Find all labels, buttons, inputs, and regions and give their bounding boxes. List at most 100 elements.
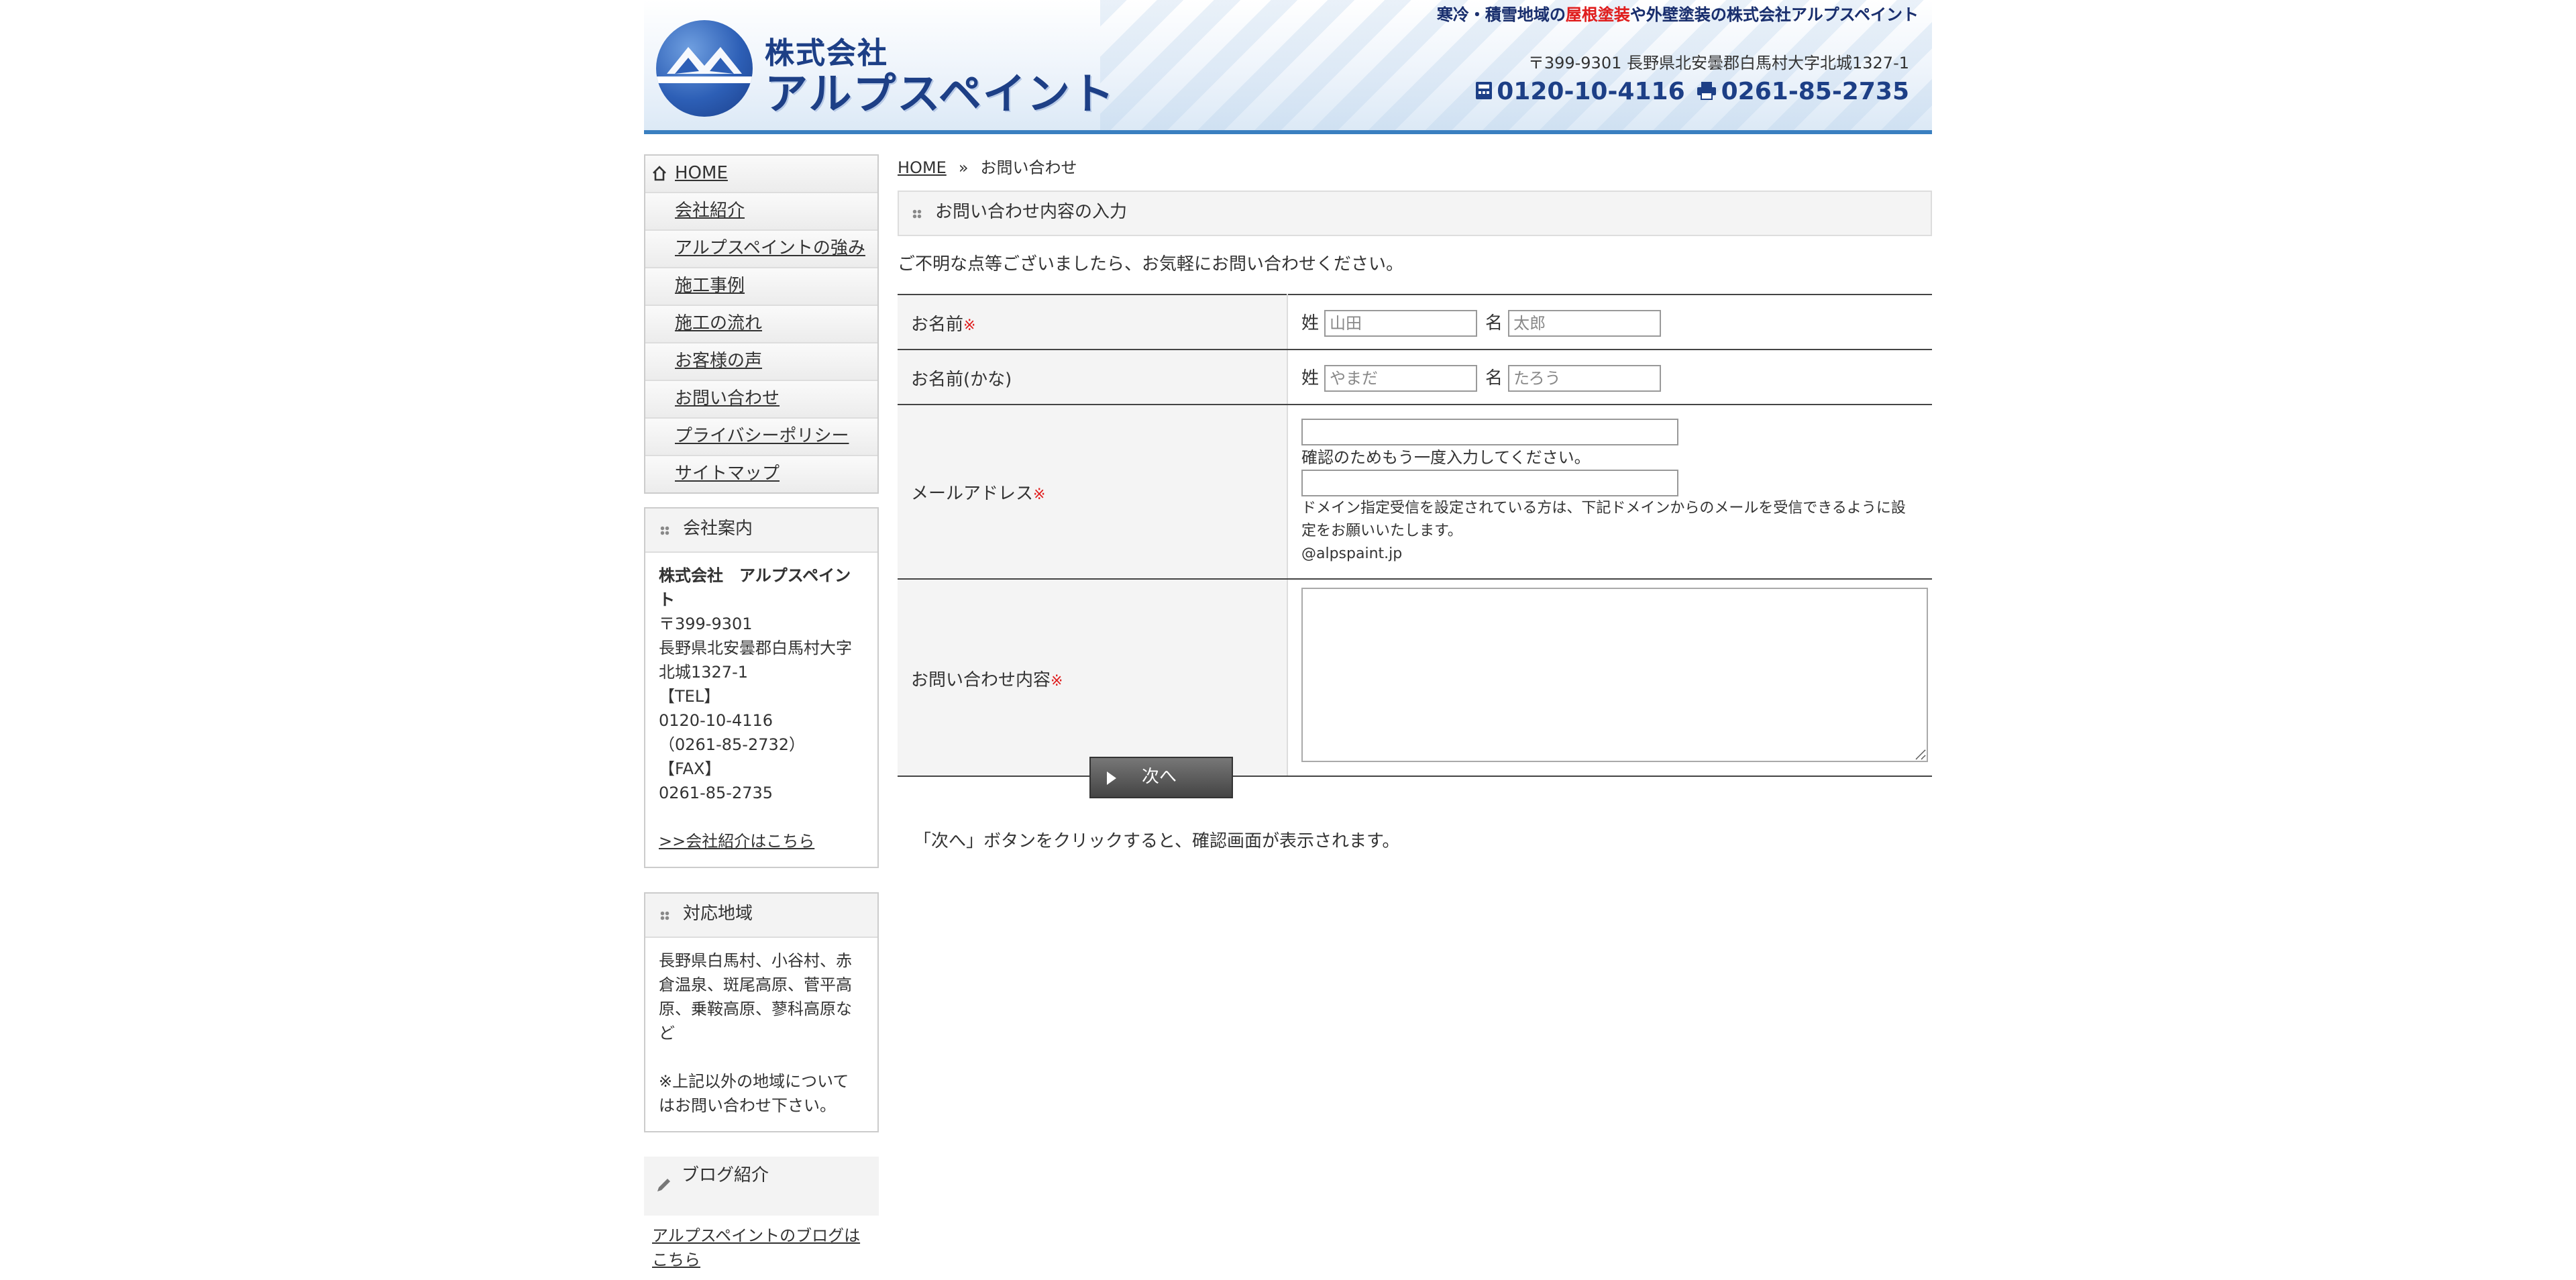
label-text: お名前 xyxy=(911,315,964,335)
required-mark: ※ xyxy=(1033,486,1046,503)
nav-item-privacy[interactable]: プライバシーポリシー xyxy=(645,419,877,456)
service-area-text: 長野県白馬村、小谷村、赤倉温泉、斑尾高原、菅平高原、乗鞍高原、蓼科高原など xyxy=(659,951,853,1043)
sidebar-nav: HOME 会社紹介 アルプスペイントの強み 施工事例 施工の流れ お客様の声 お… xyxy=(644,154,879,494)
page-title: お問い合わせ内容の入力 xyxy=(898,191,1932,236)
blog-heading: ブログ紹介 xyxy=(644,1157,879,1216)
nav-item-contact[interactable]: お問い合わせ xyxy=(645,381,877,419)
company-info-heading: 会社案内 xyxy=(645,509,877,553)
tagline-highlight: 屋根塗装 xyxy=(1565,5,1630,24)
message-label: お問い合わせ内容※ xyxy=(898,578,1288,777)
site-header: 株式会社 アルプスペイント 寒冷・積雪地域の屋根塗装や外壁塗装の株式会社アルプス… xyxy=(644,0,1932,134)
email-confirm-input[interactable] xyxy=(1301,470,1678,496)
company-detail-link[interactable]: >>会社紹介はこちら xyxy=(659,829,864,853)
email-input[interactable] xyxy=(1301,419,1678,445)
nav-label[interactable]: 施工の流れ xyxy=(675,314,762,334)
last-name-kana-input[interactable] xyxy=(1324,364,1478,391)
email-inputs: 確認のためもう一度入力してください。 ドメイン指定受信を設定されている方は、下記… xyxy=(1287,404,1932,580)
tel-number: 0120-10-4116 xyxy=(1497,78,1685,106)
tagline-part: 寒冷・積雪地域の xyxy=(1436,5,1566,24)
first-name-input[interactable] xyxy=(1508,309,1662,336)
nav-item-voice[interactable]: お客様の声 xyxy=(645,343,877,381)
company-tel: 0120-10-4116 xyxy=(659,711,773,730)
blog-link[interactable]: アルプスペイントのブログはこちら xyxy=(644,1216,879,1280)
heading-text: 会社案内 xyxy=(683,519,753,539)
company-name: 株式会社 アルプスペイント xyxy=(659,566,851,609)
mei-label: 名 xyxy=(1485,313,1503,333)
nav-label[interactable]: 施工事例 xyxy=(675,276,745,297)
breadcrumb-separator: » xyxy=(958,158,969,177)
form-intro: ご不明な点等ございましたら、お気軽にお問い合わせください。 xyxy=(898,255,1404,275)
dots-icon xyxy=(912,209,922,219)
service-area-body: 長野県白馬村、小谷村、赤倉温泉、斑尾高原、菅平高原、乗鞍高原、蓼科高原など ※上… xyxy=(645,938,877,1131)
nav-label[interactable]: お客様の声 xyxy=(675,352,762,372)
first-name-kana-input[interactable] xyxy=(1508,364,1662,391)
form-row-kana: お名前(かな) 姓名 xyxy=(898,349,1932,405)
fax-label: 【FAX】 xyxy=(659,759,721,778)
label-text: メールアドレス xyxy=(911,484,1034,504)
kana-label: お名前(かな) xyxy=(898,349,1288,405)
breadcrumb-home-link[interactable]: HOME xyxy=(898,158,947,177)
name-inputs: 姓名 xyxy=(1287,294,1932,350)
company-zip: 〒399-9301 xyxy=(659,615,753,633)
email-domain-note: ドメイン指定受信を設定されている方は、下記ドメインからのメールを受信できるように… xyxy=(1301,499,1906,539)
nav-item-company[interactable]: 会社紹介 xyxy=(645,193,877,231)
nav-item-flow[interactable]: 施工の流れ xyxy=(645,306,877,343)
nav-item-works[interactable]: 施工事例 xyxy=(645,268,877,306)
play-icon xyxy=(1107,771,1116,785)
tel-label: 【TEL】 xyxy=(659,687,720,706)
service-area-note: ※上記以外の地域についてはお問い合わせ下さい。 xyxy=(659,1072,849,1115)
mei-label: 名 xyxy=(1485,368,1503,388)
company-address: 長野県北安曇郡白馬村大字北城1327-1 xyxy=(659,639,853,682)
header-tel: 0120-10-4116 xyxy=(1474,78,1685,106)
home-icon xyxy=(653,166,666,181)
nav-label[interactable]: HOME xyxy=(675,164,728,184)
fax-icon xyxy=(1697,82,1716,100)
nav-label[interactable]: 会社紹介 xyxy=(675,201,745,221)
company-info-body: 株式会社 アルプスペイント 〒399-9301 長野県北安曇郡白馬村大字北城13… xyxy=(645,553,877,867)
company-tel-sub: （0261-85-2732） xyxy=(659,735,806,754)
nav-item-sitemap[interactable]: サイトマップ xyxy=(645,456,877,492)
tagline-part: や外壁塗装の株式会社アルプスペイント xyxy=(1629,5,1919,24)
sidebar: HOME 会社紹介 アルプスペイントの強み 施工事例 施工の流れ お客様の声 お… xyxy=(644,154,879,1280)
logo-company-name[interactable]: アルプスペイント xyxy=(765,60,1116,122)
contact-form-table: お名前※ 姓名 お名前(かな) 姓名 メールアドレス※ 確認のためもう一度入力し… xyxy=(898,294,1932,777)
logo-mountain-icon[interactable] xyxy=(656,20,753,117)
name-label: お名前※ xyxy=(898,294,1288,350)
header-fax: 0261-85-2735 xyxy=(1696,78,1909,106)
required-mark: ※ xyxy=(963,316,976,333)
nav-label[interactable]: お問い合わせ xyxy=(675,389,780,409)
header-tagline: 寒冷・積雪地域の屋根塗装や外壁塗装の株式会社アルプスペイント xyxy=(1437,3,1919,25)
company-info-box: 会社案内 株式会社 アルプスペイント 〒399-9301 長野県北安曇郡白馬村大… xyxy=(644,507,879,868)
main-content: HOME » お問い合わせ お問い合わせ内容の入力 ご不明な点等ございましたら、お気… xyxy=(898,154,1932,852)
service-area-heading: 対応地域 xyxy=(645,894,877,938)
label-text: お名前(かな) xyxy=(911,370,1012,390)
kana-inputs: 姓名 xyxy=(1287,349,1932,405)
form-row-message: お問い合わせ内容※ xyxy=(898,578,1932,777)
next-button[interactable]: 次へ xyxy=(1089,757,1233,798)
sei-label: 姓 xyxy=(1301,313,1320,333)
next-button-label: 次へ xyxy=(1142,767,1177,788)
breadcrumb-current: お問い合わせ xyxy=(980,158,1077,177)
header-phones: 0120-10-4116 0261-85-2735 xyxy=(1474,78,1909,106)
next-hint: 「次へ」ボタンをクリックすると、確認画面が表示されます。 xyxy=(914,832,1400,852)
company-fax: 0261-85-2735 xyxy=(659,784,773,802)
page-title-text: お問い合わせ内容の入力 xyxy=(935,203,1128,223)
email-confirm-text: 確認のためもう一度入力してください。 xyxy=(1301,448,1591,467)
phone-icon xyxy=(1475,82,1492,99)
label-text: お問い合わせ内容 xyxy=(911,670,1051,690)
message-textarea[interactable] xyxy=(1301,588,1928,762)
nav-item-home[interactable]: HOME xyxy=(645,156,877,193)
required-mark: ※ xyxy=(1051,672,1063,689)
service-area-box: 対応地域 長野県白馬村、小谷村、赤倉温泉、斑尾高原、菅平高原、乗鞍高原、蓼科高原… xyxy=(644,892,879,1132)
nav-item-strengths[interactable]: アルプスペイントの強み xyxy=(645,231,877,268)
breadcrumb: HOME » お問い合わせ xyxy=(898,154,1932,181)
email-label: メールアドレス※ xyxy=(898,404,1288,580)
nav-label[interactable]: プライバシーポリシー xyxy=(675,427,849,447)
dots-icon xyxy=(660,526,669,535)
nav-label[interactable]: アルプスペイントの強み xyxy=(675,239,865,259)
nav-label[interactable]: サイトマップ xyxy=(675,464,780,484)
email-domain: @alpspaint.jp xyxy=(1301,545,1403,562)
sei-label: 姓 xyxy=(1301,368,1320,388)
last-name-input[interactable] xyxy=(1324,309,1478,336)
heading-text: ブログ紹介 xyxy=(682,1166,769,1186)
